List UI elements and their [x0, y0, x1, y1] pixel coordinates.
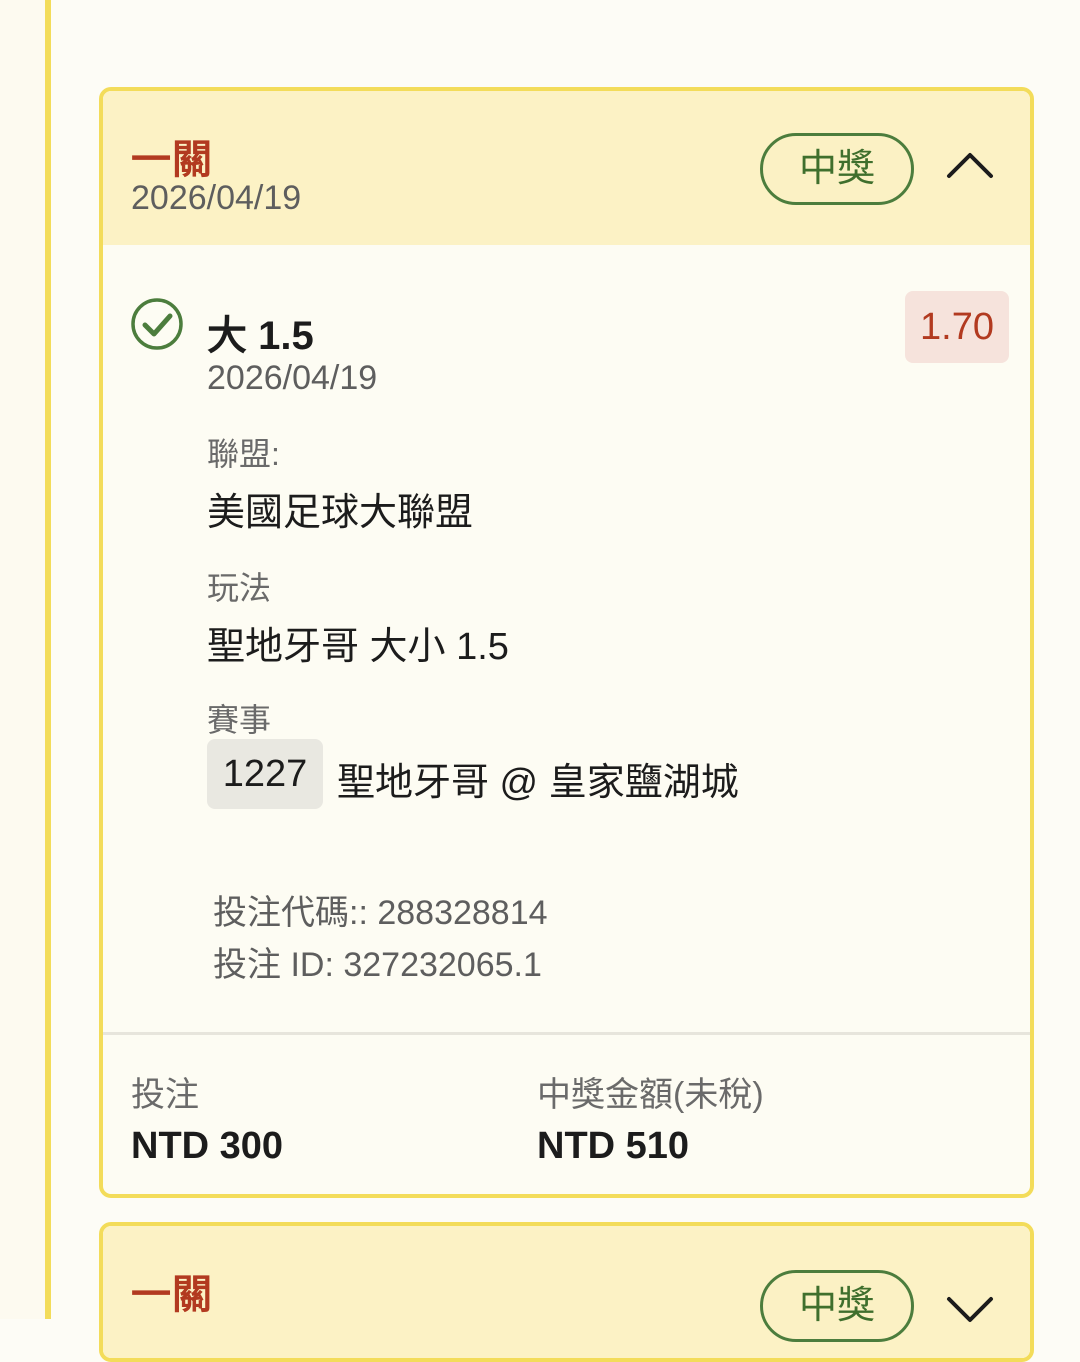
side-panel: [0, 0, 46, 1319]
bet-id: 投注 ID: 327232065.1: [213, 946, 542, 984]
event-id-badge: 1227: [207, 739, 323, 809]
status-badge: 中獎: [760, 133, 914, 205]
event-name: 聖地牙哥 @ 皇家鹽湖城: [337, 762, 739, 804]
bet-type-label: 一關: [131, 1273, 213, 1317]
market-value: 聖地牙哥 大小 1.5: [207, 626, 509, 668]
ticket-date: 2026/04/19: [131, 179, 302, 217]
side-divider: [45, 0, 51, 1319]
market-label: 玩法: [207, 570, 272, 606]
check-circle-icon: [131, 298, 183, 350]
event-label: 賽事: [207, 702, 272, 738]
stake-label: 投注: [131, 1076, 199, 1114]
bet-ticket-card: 一關 中獎: [99, 1222, 1034, 1362]
bet-code: 投注代碼:: 288328814: [213, 894, 548, 932]
status-badge: 中獎: [760, 1270, 914, 1342]
bet-type-label: 一關: [131, 138, 213, 182]
chevron-up-icon[interactable]: [946, 149, 994, 179]
payout-label: 中獎金額(未稅): [537, 1076, 764, 1114]
league-value: 美國足球大聯盟: [207, 492, 474, 534]
odds-badge: 1.70: [905, 291, 1009, 363]
ticket-header[interactable]: 一關 2026/04/19 中獎: [103, 91, 1030, 245]
league-label: 聯盟:: [207, 436, 280, 472]
bet-ticket-card: 一關 2026/04/19 中獎 大 1.5 2026/04/19 1.70 聯…: [99, 87, 1034, 1198]
selection-date: 2026/04/19: [207, 359, 378, 397]
selection-title: 大 1.5: [207, 314, 314, 358]
ticket-header[interactable]: 一關 中獎: [103, 1226, 1030, 1358]
stake-value: NTD 300: [131, 1125, 284, 1167]
payout-value: NTD 510: [537, 1125, 690, 1167]
chevron-down-icon[interactable]: [946, 1296, 994, 1326]
footer-divider: [103, 1032, 1030, 1035]
